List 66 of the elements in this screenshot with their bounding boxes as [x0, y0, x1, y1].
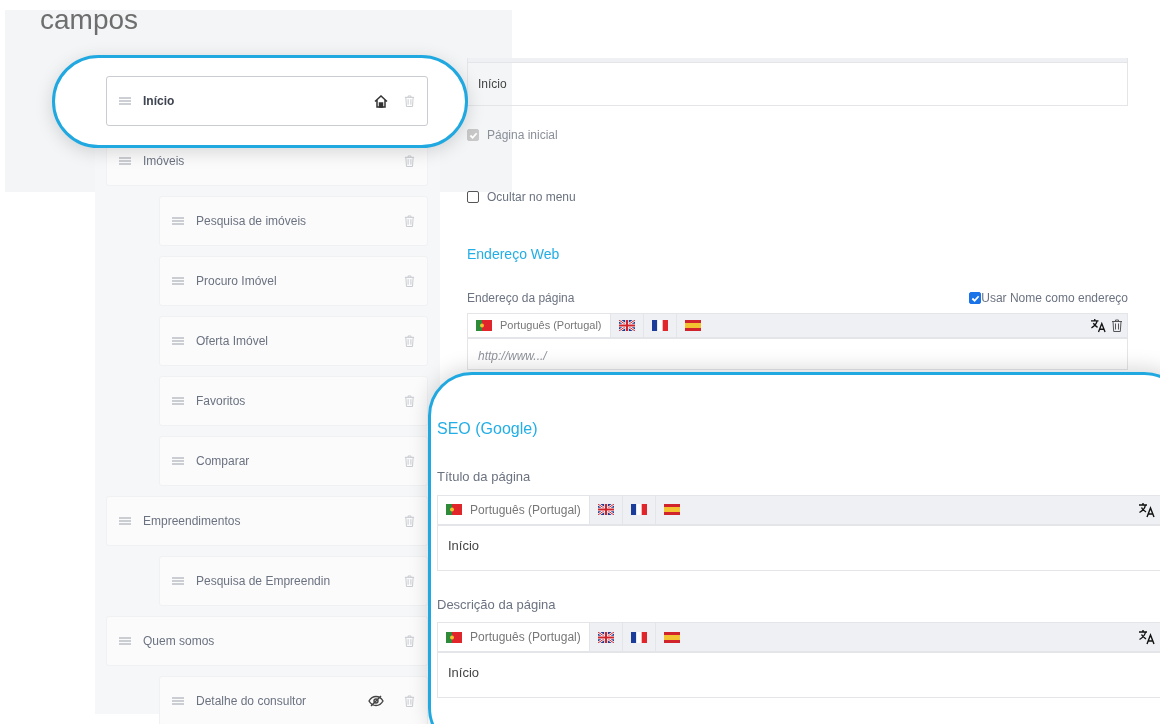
trash-icon[interactable] — [1111, 318, 1123, 333]
translate-icon[interactable] — [1138, 501, 1156, 518]
drag-handle-icon[interactable] — [172, 697, 184, 705]
text-field[interactable]: Início — [437, 524, 1160, 571]
option-label: Ocultar no menu — [487, 189, 576, 206]
menu-item[interactable]: Início — [106, 76, 428, 126]
section-title: Endereço Web — [467, 245, 561, 264]
flag-icon — [630, 504, 647, 515]
menu-item-label: Pesquisa de Empreendin — [196, 573, 331, 590]
flag-icon — [476, 320, 492, 331]
menu-item[interactable]: Quem somos — [106, 616, 428, 666]
translate-icon[interactable] — [1138, 629, 1156, 645]
flag-icon — [446, 504, 462, 515]
translate-icon[interactable] — [1090, 318, 1107, 333]
option-label: Usar Nome como endereço — [981, 290, 1128, 307]
menu-item-label: Detalhe do consultor — [196, 693, 307, 710]
drag-handle-icon[interactable] — [119, 157, 131, 165]
flag-icon — [663, 504, 680, 515]
menu-item[interactable]: Pesquisa de Empreendin — [159, 556, 428, 606]
language-tab[interactable]: Português (Portugal) — [438, 623, 589, 651]
menu-item[interactable]: Procuro Imóvel — [159, 256, 428, 306]
flag-icon — [618, 320, 635, 331]
option-label: Página inicial — [487, 127, 558, 144]
menu-item-label: Início — [143, 93, 175, 110]
flag-icon — [597, 631, 614, 643]
text-field[interactable]: Início — [437, 652, 1160, 698]
menu-item-label: Quem somos — [143, 633, 215, 650]
drag-handle-icon[interactable] — [172, 577, 184, 585]
menu-item-label: Procuro Imóvel — [196, 273, 277, 290]
menu-item-label: Empreendimentos — [143, 513, 241, 530]
flag-icon — [684, 320, 701, 331]
menu-item[interactable]: Detalhe do consultor — [159, 676, 428, 724]
drag-handle-icon[interactable] — [172, 217, 184, 225]
drag-handle-icon[interactable] — [172, 277, 184, 285]
language-tab[interactable]: Português (Portugal) — [468, 314, 610, 337]
field-label: Endereço da página — [467, 290, 575, 307]
menu-item-label: Pesquisa de imóveis — [196, 213, 307, 230]
flag-icon — [663, 631, 680, 643]
drag-handle-icon[interactable] — [119, 97, 131, 105]
menu-item[interactable]: Pesquisa de imóveis — [159, 196, 428, 246]
menu-item-label: Favoritos — [196, 393, 246, 410]
drag-handle-icon[interactable] — [172, 337, 184, 345]
url-field[interactable]: http://www.../ — [467, 338, 1128, 370]
menu-item[interactable]: Comparar — [159, 436, 428, 486]
menu-item[interactable]: Favoritos — [159, 376, 428, 426]
menu-item-label: Oferta Imóvel — [196, 333, 269, 350]
checkbox[interactable] — [467, 191, 479, 203]
flag-icon — [446, 631, 462, 643]
field-label: Descrição da página — [437, 595, 557, 614]
flag-icon — [597, 504, 614, 515]
drag-handle-icon[interactable] — [172, 457, 184, 465]
menu-item-label: Imóveis — [143, 153, 185, 170]
name-field[interactable]: Início — [467, 62, 1128, 106]
drag-handle-icon[interactable] — [119, 637, 131, 645]
section-title: SEO (Google) — [437, 419, 539, 439]
language-tab[interactable]: Português (Portugal) — [438, 495, 589, 524]
flag-icon — [630, 631, 647, 643]
field-label: Título da página — [437, 468, 532, 486]
flag-icon — [651, 320, 668, 331]
drag-handle-icon[interactable] — [172, 397, 184, 405]
menu-item-label: Comparar — [196, 453, 250, 470]
menu-item[interactable]: Oferta Imóvel — [159, 316, 428, 366]
menu-item[interactable]: Empreendimentos — [106, 496, 428, 546]
page-heading: campos — [40, 6, 139, 37]
drag-handle-icon[interactable] — [119, 517, 131, 525]
checkbox[interactable] — [969, 292, 982, 304]
